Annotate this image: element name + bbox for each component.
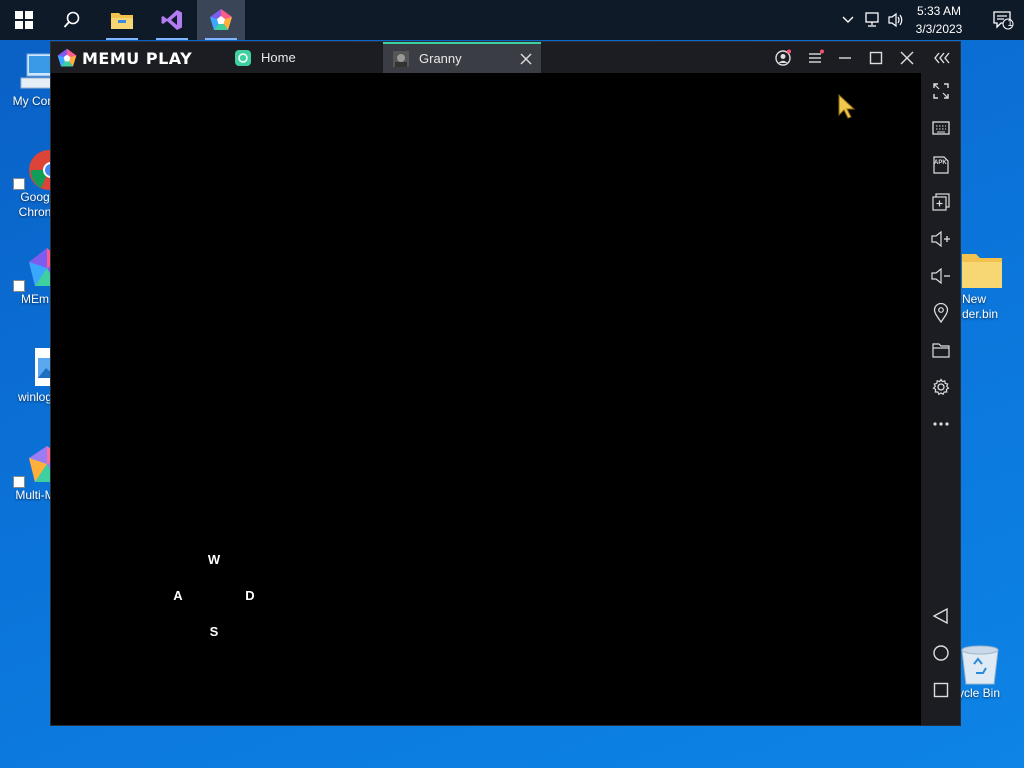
- volume-down-button[interactable]: [929, 264, 953, 288]
- key-w[interactable]: W: [206, 552, 222, 567]
- close-tab-icon[interactable]: [520, 53, 532, 65]
- memu-logo-icon: [57, 48, 77, 67]
- account-button[interactable]: [771, 46, 795, 70]
- emulator-title-bar[interactable]: MEMU PLAY Home Granny: [51, 42, 960, 73]
- multi-instance-button[interactable]: [929, 190, 953, 214]
- install-apk-button[interactable]: APK: [929, 153, 953, 177]
- apk-label: APK: [934, 160, 947, 166]
- android-recents-button[interactable]: [929, 678, 953, 702]
- close-button[interactable]: [895, 46, 919, 70]
- show-hidden-icons-chevron-icon[interactable]: [838, 10, 858, 30]
- search-icon: [63, 11, 80, 28]
- volume-icon[interactable]: [886, 10, 906, 30]
- user-icon: [775, 49, 791, 66]
- clock-date: 3/3/2023: [915, 22, 963, 36]
- volume-down-icon: [931, 267, 950, 285]
- location-button[interactable]: [929, 301, 953, 325]
- tab-label: Home: [261, 50, 296, 65]
- folder-icon: [111, 13, 133, 29]
- gear-icon: [932, 378, 950, 396]
- file-explorer-button[interactable]: [98, 0, 146, 40]
- notification-center-icon[interactable]: 1: [990, 10, 1016, 30]
- maximize-icon: [869, 51, 883, 65]
- notification-count-badge: 1: [1007, 18, 1013, 28]
- tab-home[interactable]: Home: [223, 42, 383, 73]
- triple-chevron-left-icon: [934, 52, 950, 64]
- key-a[interactable]: A: [170, 588, 186, 603]
- more-button[interactable]: [929, 412, 953, 436]
- mouse-cursor-icon: [838, 93, 856, 119]
- fullscreen-icon: [933, 83, 949, 99]
- recycle-bin-icon: [958, 642, 1002, 686]
- recents-icon: [933, 682, 949, 698]
- back-icon: [932, 607, 948, 625]
- shortcut-arrow-icon: [13, 178, 25, 190]
- folder-icon: [958, 248, 1002, 292]
- shortcut-arrow-icon: [13, 476, 25, 488]
- network-icon[interactable]: [862, 10, 882, 30]
- volume-up-icon: [931, 230, 950, 248]
- granny-game-icon: [393, 50, 409, 67]
- visual-studio-button[interactable]: [148, 0, 196, 40]
- logo-text: MEMU PLAY: [82, 48, 193, 68]
- key-d[interactable]: D: [242, 588, 258, 603]
- clock-time: 5:33 AM: [916, 4, 962, 18]
- close-icon: [900, 51, 914, 65]
- memu-emulator-window: MEMU PLAY Home Granny W A D S APK: [50, 41, 961, 726]
- maximize-button[interactable]: [864, 46, 888, 70]
- android-screen[interactable]: W A D S: [51, 73, 921, 725]
- key-s[interactable]: S: [206, 624, 222, 639]
- more-icon: [933, 422, 949, 426]
- location-icon: [933, 303, 949, 323]
- system-tray: 5:33 AM 3/3/2023 1: [834, 0, 1024, 40]
- hamburger-menu-icon: [809, 49, 824, 63]
- start-button[interactable]: [0, 0, 48, 40]
- memu-play-taskbar-button[interactable]: [197, 0, 245, 40]
- taskbar: 5:33 AM 3/3/2023 1: [0, 0, 1024, 40]
- collapse-sidebar-button[interactable]: [930, 46, 954, 70]
- keyboard-icon: [932, 121, 950, 135]
- android-home-button[interactable]: [929, 641, 953, 665]
- home-app-icon: [235, 49, 251, 66]
- shared-folder-button[interactable]: [929, 338, 953, 362]
- shortcut-arrow-icon: [13, 280, 25, 292]
- settings-button[interactable]: [929, 375, 953, 399]
- taskbar-clock[interactable]: 5:33 AM 3/3/2023: [906, 2, 972, 38]
- home-icon: [933, 645, 949, 661]
- keyboard-mapping-button[interactable]: [929, 116, 953, 140]
- emulator-sidebar: APK: [921, 73, 960, 725]
- volume-up-button[interactable]: [929, 227, 953, 251]
- fullscreen-button[interactable]: [929, 79, 953, 103]
- menu-button[interactable]: [803, 46, 827, 70]
- folder-icon: [932, 343, 950, 358]
- tab-granny[interactable]: Granny: [383, 42, 541, 73]
- memu-icon: [210, 9, 232, 30]
- android-back-button[interactable]: [929, 604, 953, 628]
- minimize-icon: [839, 57, 851, 59]
- multi-instance-icon: [932, 193, 950, 211]
- search-button[interactable]: [48, 0, 96, 40]
- visual-studio-icon: [161, 10, 182, 30]
- minimize-button[interactable]: [833, 46, 857, 70]
- tab-label: Granny: [419, 51, 462, 66]
- windows-icon: [15, 11, 33, 29]
- memu-play-logo: MEMU PLAY: [56, 47, 192, 69]
